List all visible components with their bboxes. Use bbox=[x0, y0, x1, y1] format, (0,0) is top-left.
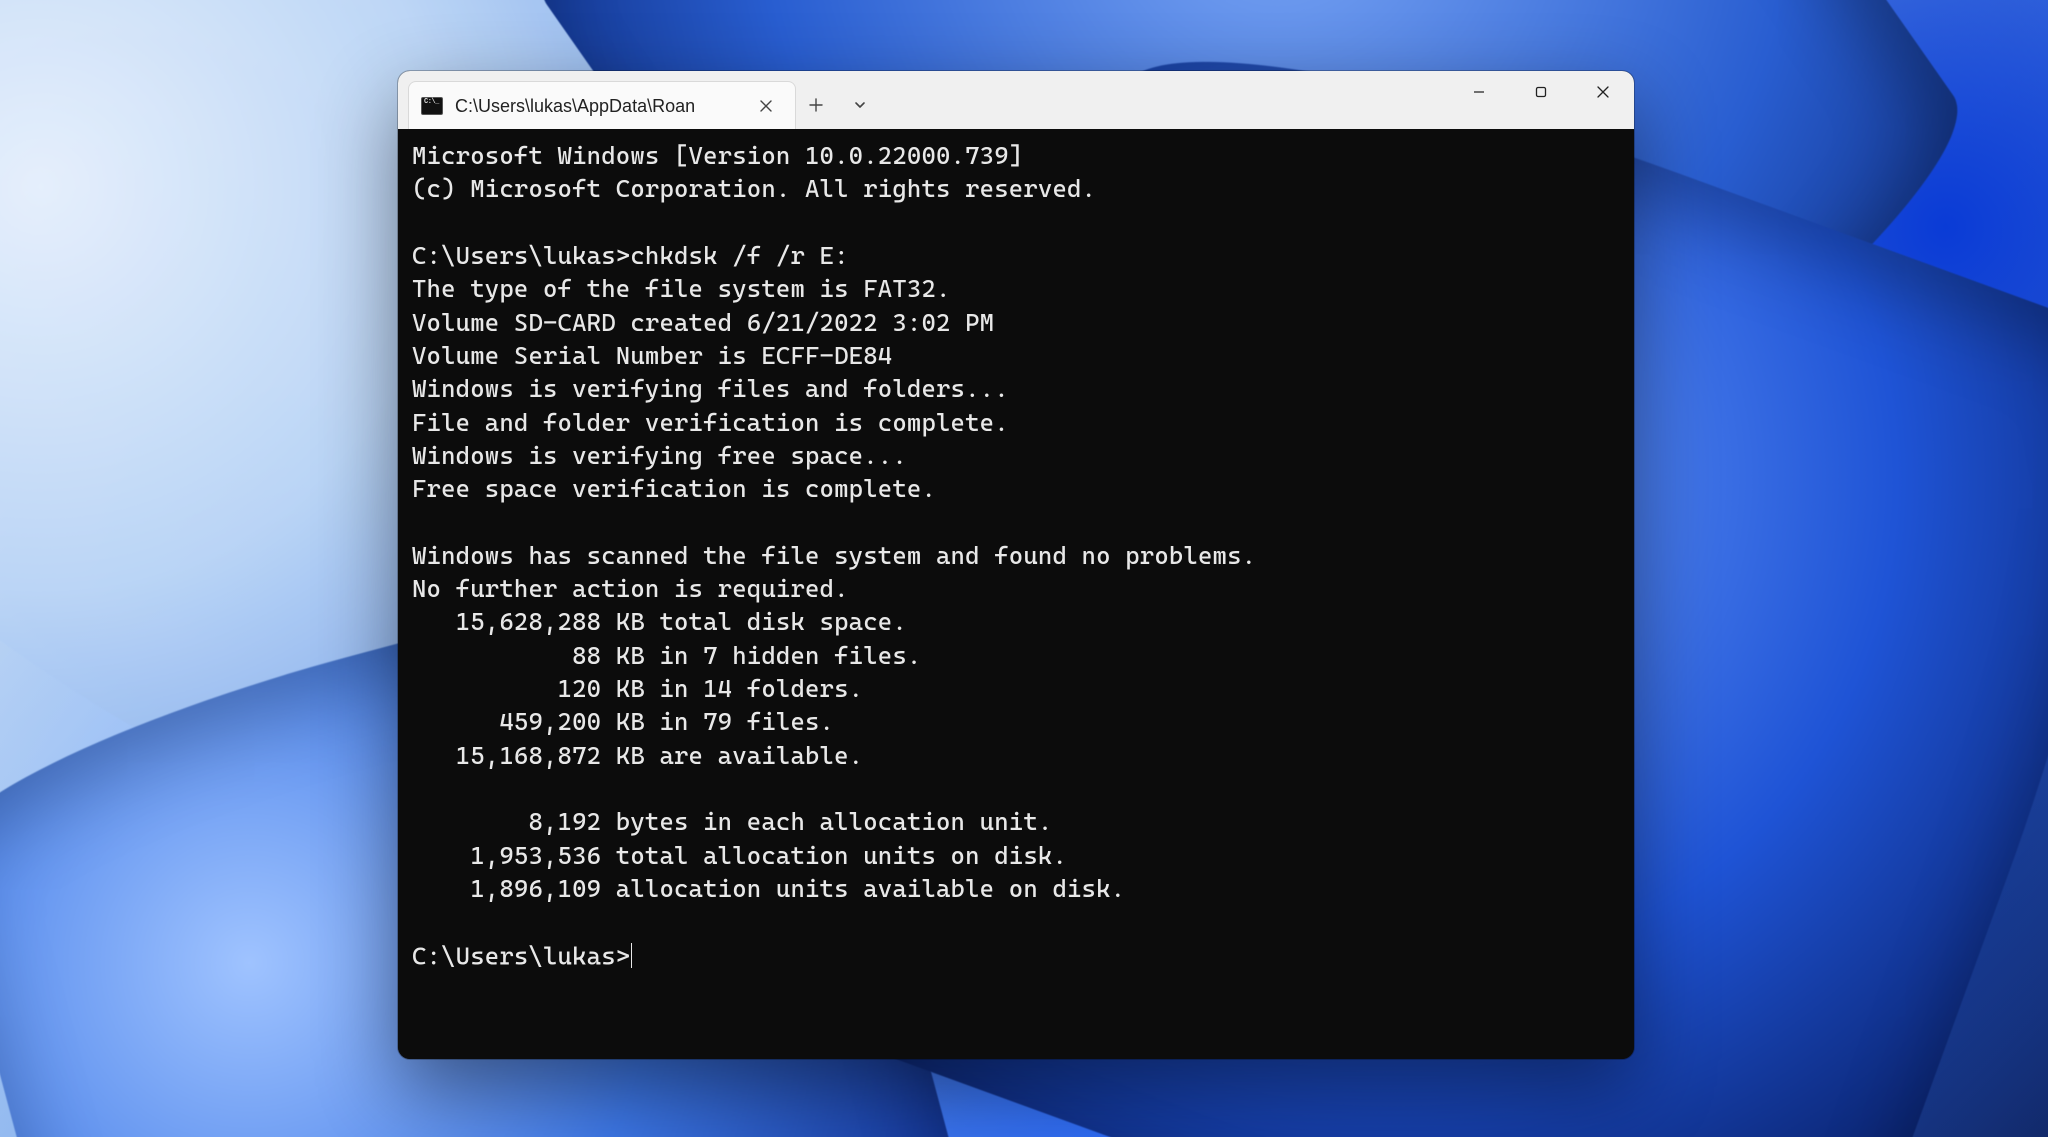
prompt-line: C:\Users\lukas>chkdsk /f /r E: bbox=[412, 241, 849, 270]
tab-active[interactable]: C:\Users\lukas\AppData\Roan bbox=[408, 81, 796, 130]
minimize-icon bbox=[1472, 85, 1486, 99]
output-line: (c) Microsoft Corporation. All rights re… bbox=[412, 174, 1096, 203]
tab-strip: C:\Users\lukas\AppData\Roan bbox=[398, 71, 796, 129]
output-line: 15,168,872 KB are available. bbox=[412, 741, 863, 770]
window-controls bbox=[1448, 71, 1634, 129]
output-line: The type of the file system is FAT32. bbox=[412, 274, 951, 303]
output-line: 8,192 bytes in each allocation unit. bbox=[412, 807, 1052, 836]
tab-title: C:\Users\lukas\AppData\Roan bbox=[455, 96, 739, 117]
terminal-window: C:\Users\lukas\AppData\Roan bbox=[398, 71, 1634, 1059]
output-line: File and folder verification is complete… bbox=[412, 408, 1009, 437]
output-line: Microsoft Windows [Version 10.0.22000.73… bbox=[412, 141, 1023, 170]
output-line: 120 KB in 14 folders. bbox=[412, 674, 863, 703]
tab-dropdown-button[interactable] bbox=[840, 85, 880, 125]
titlebar[interactable]: C:\Users\lukas\AppData\Roan bbox=[398, 71, 1634, 130]
current-prompt: C:\Users\lukas> bbox=[412, 941, 630, 970]
close-icon bbox=[1596, 85, 1610, 99]
maximize-icon bbox=[1534, 85, 1548, 99]
output-line: 1,953,536 total allocation units on disk… bbox=[412, 841, 1067, 870]
output-line: Volume Serial Number is ECFF-DE84 bbox=[412, 341, 892, 370]
output-line: 15,628,288 KB total disk space. bbox=[412, 607, 907, 636]
terminal-output[interactable]: Microsoft Windows [Version 10.0.22000.73… bbox=[398, 129, 1634, 1059]
newtab-area bbox=[796, 71, 880, 129]
output-line: Volume SD-CARD created 6/21/2022 3:02 PM bbox=[412, 308, 994, 337]
minimize-button[interactable] bbox=[1448, 71, 1510, 113]
chevron-down-icon bbox=[853, 98, 867, 112]
output-line: Windows is verifying free space... bbox=[412, 441, 907, 470]
maximize-button[interactable] bbox=[1510, 71, 1572, 113]
output-line: Free space verification is complete. bbox=[412, 474, 936, 503]
text-cursor bbox=[631, 943, 632, 969]
close-icon bbox=[759, 99, 773, 113]
output-line: Windows is verifying files and folders..… bbox=[412, 374, 1009, 403]
plus-icon bbox=[808, 97, 824, 113]
new-tab-button[interactable] bbox=[796, 85, 836, 125]
cmd-icon bbox=[421, 97, 443, 115]
desktop-wallpaper: C:\Users\lukas\AppData\Roan bbox=[0, 0, 2048, 1137]
close-window-button[interactable] bbox=[1572, 71, 1634, 113]
output-line: 88 KB in 7 hidden files. bbox=[412, 641, 921, 670]
output-line: 1,896,109 allocation units available on … bbox=[412, 874, 1125, 903]
output-line: 459,200 KB in 79 files. bbox=[412, 707, 834, 736]
output-line: No further action is required. bbox=[412, 574, 849, 603]
close-tab-button[interactable] bbox=[751, 91, 781, 121]
output-line: Windows has scanned the file system and … bbox=[412, 541, 1256, 570]
